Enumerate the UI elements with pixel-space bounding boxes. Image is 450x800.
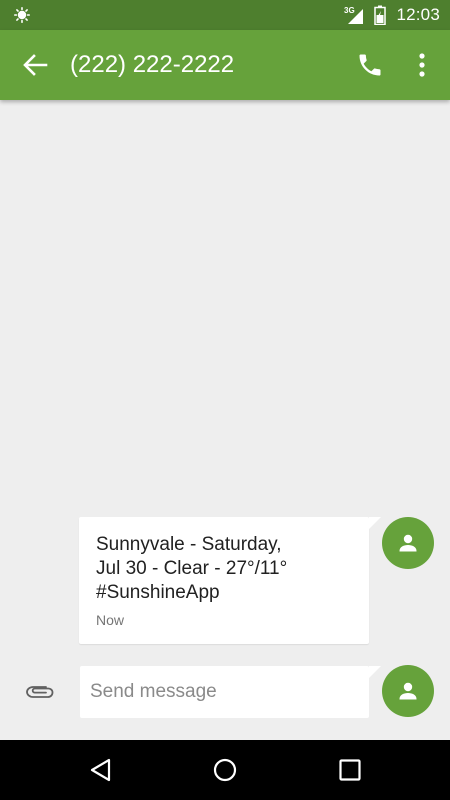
signal-icon: 3G	[344, 6, 364, 24]
message-text: Sunnyvale - Saturday, Jul 30 - Clear - 2…	[96, 534, 288, 603]
status-bar: 3G 12:03	[0, 0, 450, 30]
conversation-title: (222) 222-2222	[70, 51, 235, 78]
battery-icon	[374, 5, 387, 25]
nav-home-icon[interactable]	[210, 755, 240, 785]
attach-icon[interactable]	[24, 679, 56, 705]
self-avatar[interactable]	[382, 665, 434, 717]
person-icon	[399, 534, 417, 552]
brightness-icon	[14, 7, 30, 23]
more-vert-icon[interactable]	[412, 51, 432, 79]
message-input[interactable]	[80, 666, 369, 718]
status-time: 12:03	[396, 5, 440, 24]
nav-back-icon[interactable]	[86, 755, 116, 785]
network-type-label: 3G	[344, 6, 355, 15]
nav-recents-icon[interactable]	[335, 755, 365, 785]
app-bar: (222) 222-2222	[0, 30, 450, 100]
sender-avatar[interactable]	[382, 517, 434, 569]
person-icon	[399, 682, 417, 700]
navigation-bar	[0, 740, 450, 800]
compose-tail	[369, 666, 381, 678]
compose-box	[80, 666, 381, 718]
message-timestamp: Now	[96, 612, 125, 628]
phone-icon[interactable]	[356, 51, 384, 79]
bubble-tail	[369, 517, 381, 529]
message-bubble[interactable]: Sunnyvale - Saturday, Jul 30 - Clear - 2…	[79, 517, 381, 644]
back-arrow-icon[interactable]	[22, 53, 48, 77]
